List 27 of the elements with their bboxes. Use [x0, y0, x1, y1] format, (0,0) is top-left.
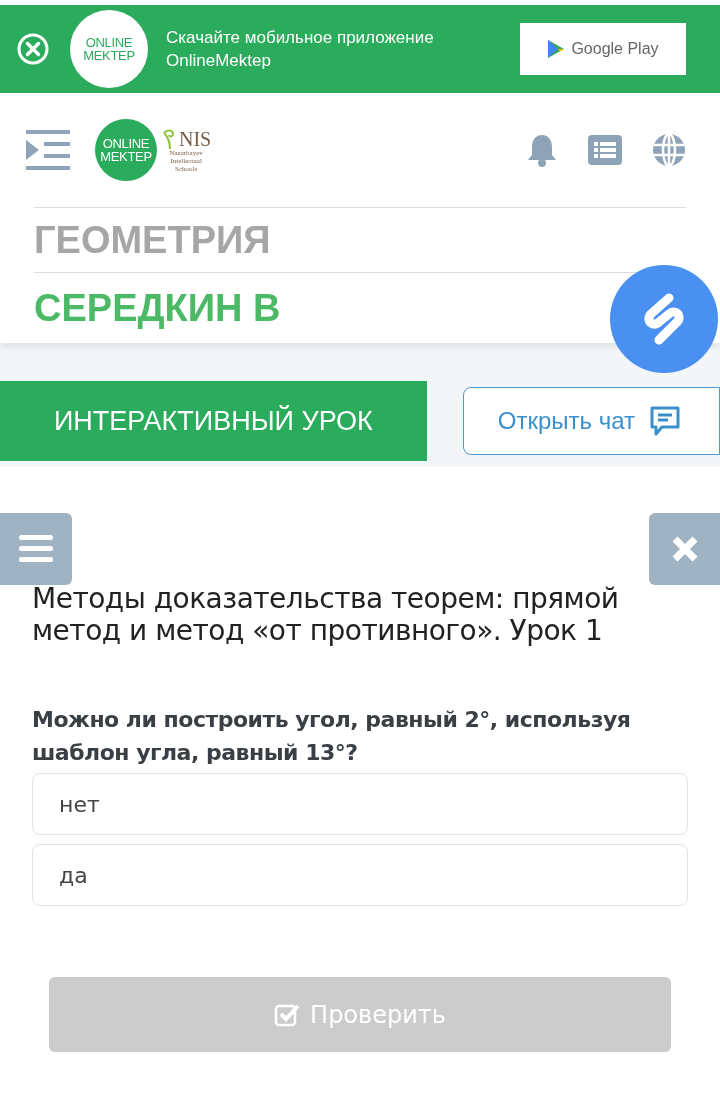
partner-name: NIS — [179, 129, 212, 149]
banner-text: Скачайте мобильное приложение — [166, 27, 434, 49]
chat-icon — [649, 405, 681, 437]
hamburger-icon — [19, 535, 53, 563]
logo-text: ONLINE — [85, 36, 133, 49]
store-button[interactable]: Google Play — [520, 23, 686, 75]
answer-option[interactable]: нет — [32, 773, 688, 835]
close-icon[interactable] — [16, 32, 50, 66]
globe-icon[interactable] — [652, 133, 686, 167]
bell-icon[interactable] — [526, 133, 558, 167]
menu-icon[interactable] — [26, 130, 70, 170]
logo-text: MEKTEP — [100, 150, 152, 163]
banner-text: OnlineMektep — [166, 50, 272, 72]
question-text: Можно ли построить угол, равный 2°, используя шаблон угла, равный 13°? — [32, 706, 632, 767]
menu-button[interactable] — [0, 513, 72, 585]
checkbox-icon — [274, 1002, 301, 1027]
lesson-title: Методы доказательства теорем: прямой метод и метод «от противного». Урок 1 — [32, 583, 620, 647]
logo-text: MEKTEP — [83, 49, 135, 62]
close-icon — [670, 535, 699, 563]
chat-button[interactable]: Открыть чат — [462, 387, 720, 455]
teacher-name: СЕРЕДКИН В — [34, 285, 281, 331]
close-button[interactable] — [649, 513, 720, 585]
logo-text: ONLINE — [102, 137, 150, 150]
list-icon[interactable] — [588, 135, 622, 165]
subject-title: ГЕОМЕТРИЯ — [34, 217, 271, 263]
play-icon — [547, 39, 566, 59]
answer-option[interactable]: да — [32, 844, 688, 906]
